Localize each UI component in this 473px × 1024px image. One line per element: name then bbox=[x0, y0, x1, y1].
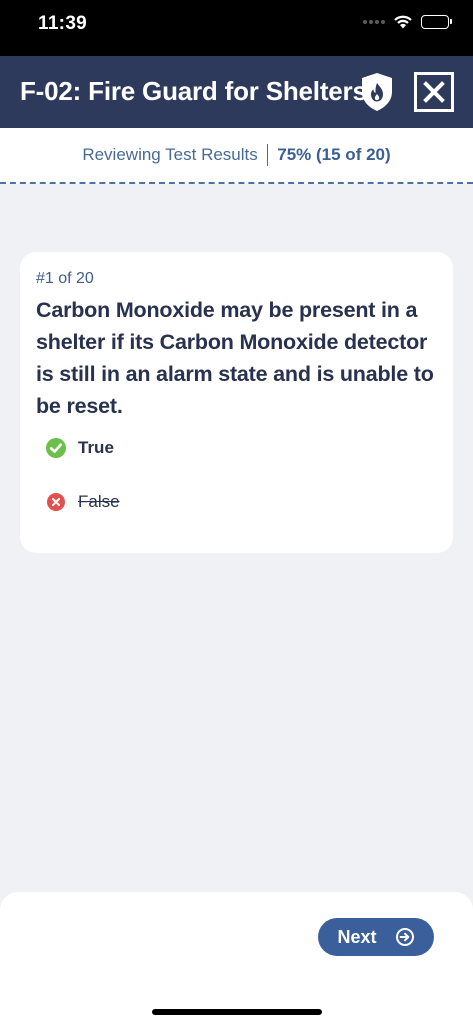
status-icons bbox=[363, 14, 452, 29]
question-card: #1 of 20 Carbon Monoxide may be present … bbox=[20, 252, 453, 553]
cellular-icon bbox=[363, 19, 385, 24]
wifi-icon bbox=[394, 15, 412, 29]
page-title: F-02: Fire Guard for Shelters bbox=[20, 76, 367, 106]
x-circle-icon bbox=[47, 493, 65, 511]
home-indicator bbox=[152, 1009, 322, 1015]
question-counter: #1 of 20 bbox=[36, 270, 94, 287]
footer: Next bbox=[0, 892, 473, 1024]
close-button[interactable] bbox=[414, 72, 454, 112]
results-score: 75% (15 of 20) bbox=[277, 145, 391, 164]
question-text: Carbon Monoxide may be present in a shel… bbox=[36, 298, 434, 418]
answer-option-false: False bbox=[46, 492, 120, 512]
app-header: F-02: Fire Guard for Shelters bbox=[0, 56, 473, 128]
results-summary: Reviewing Test Results 75% (15 of 20) bbox=[0, 128, 473, 184]
answer-label: True bbox=[78, 438, 114, 457]
next-button-label: Next bbox=[337, 926, 377, 947]
results-label: Reviewing Test Results bbox=[82, 145, 258, 164]
answer-option-true: True bbox=[46, 438, 114, 458]
battery-icon bbox=[421, 14, 452, 29]
fire-shield-icon bbox=[362, 73, 392, 111]
arrow-right-circle-icon bbox=[395, 928, 414, 946]
close-icon bbox=[423, 81, 445, 103]
next-button[interactable]: Next bbox=[318, 918, 434, 956]
status-bar: 11:39 bbox=[0, 0, 473, 56]
divider bbox=[266, 144, 269, 166]
status-time: 11:39 bbox=[38, 13, 88, 34]
check-circle-icon bbox=[46, 438, 66, 458]
answer-label: False bbox=[78, 492, 120, 511]
